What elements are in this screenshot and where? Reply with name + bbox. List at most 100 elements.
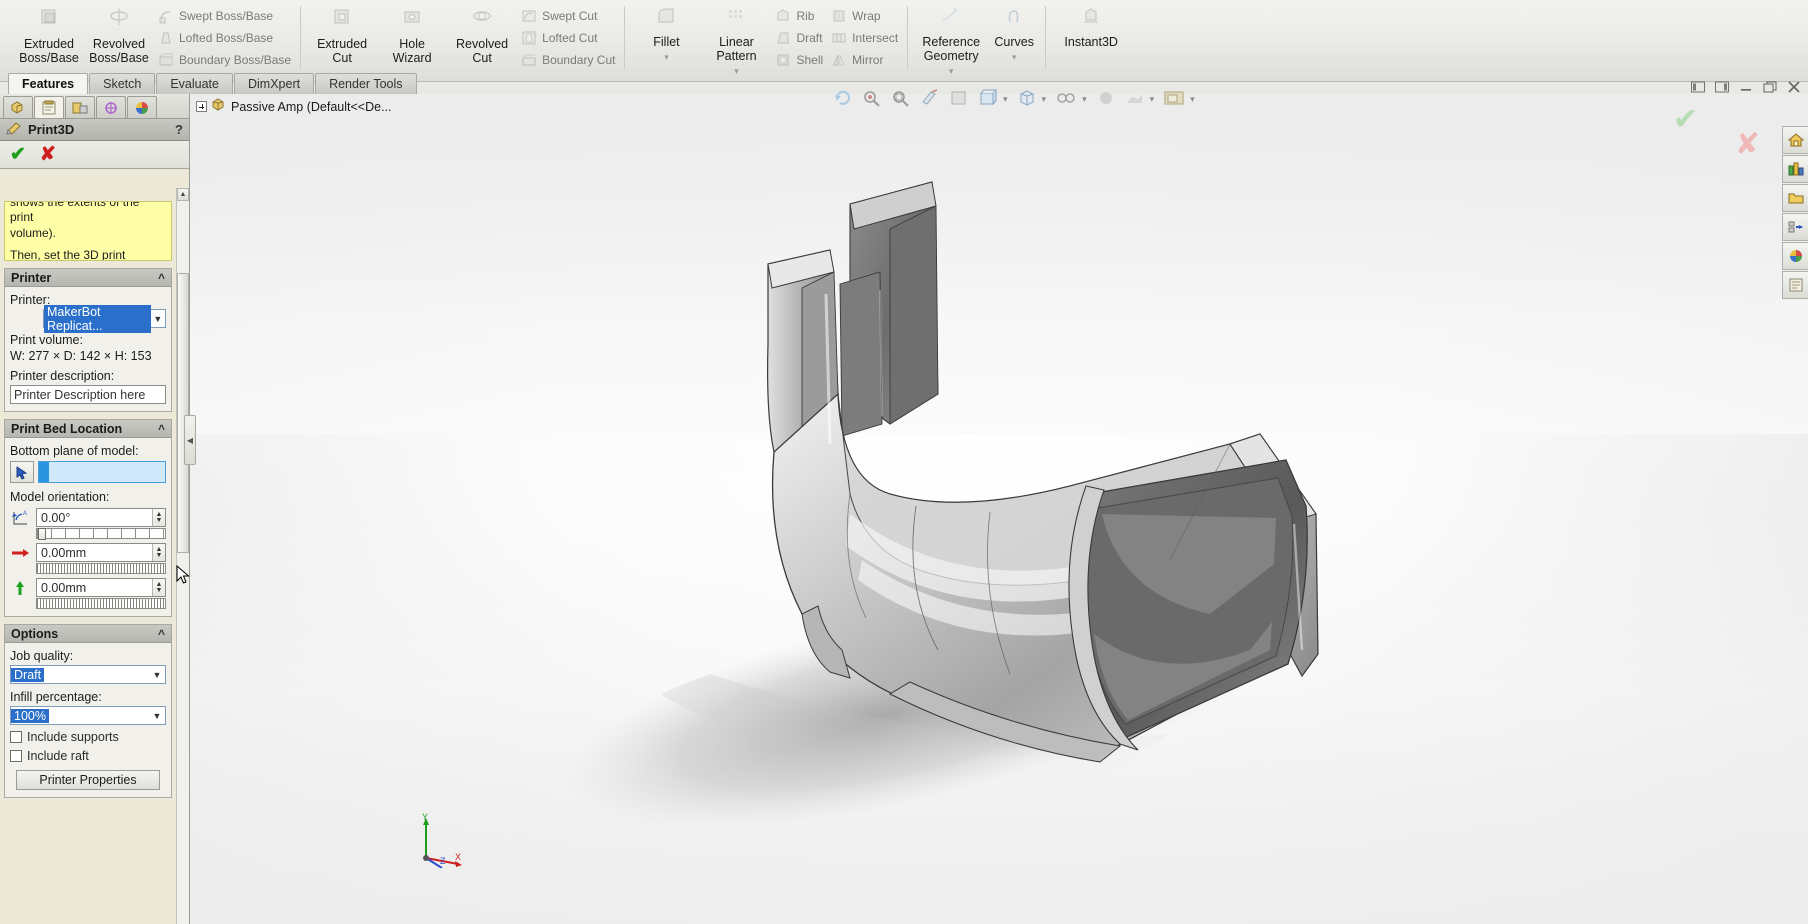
y-offset-spinbox[interactable]: 0.00mm ▲ ▼ xyxy=(36,578,166,597)
hide-show-items-icon[interactable] xyxy=(1017,89,1037,110)
property-manager-scrollbar[interactable]: ▲ xyxy=(176,188,189,924)
printer-properties-button[interactable]: Printer Properties xyxy=(16,770,160,790)
cancel-button[interactable]: ✘ xyxy=(40,145,56,164)
minimize-icon[interactable] xyxy=(1738,80,1754,96)
chevron-down-icon[interactable]: ▼ xyxy=(149,666,165,683)
include-raft-checkbox[interactable] xyxy=(10,750,22,762)
swept-boss-base-button[interactable]: Swept Boss/Base xyxy=(154,5,295,27)
zoom-to-area-icon[interactable] xyxy=(891,89,911,110)
reference-geometry-button[interactable]: Reference Geometry ▾ xyxy=(914,2,988,76)
x-offset-stepper[interactable]: ▲ ▼ xyxy=(152,544,165,561)
printer-section-header[interactable]: Printer ^ xyxy=(5,269,171,287)
extruded-cut-button[interactable]: Extruded Cut xyxy=(307,2,377,67)
tab-features[interactable]: Features xyxy=(8,73,89,94)
printer-description-field[interactable]: Printer Description here xyxy=(10,385,166,404)
include-raft-row[interactable]: Include raft xyxy=(10,749,166,763)
revolved-boss-base-button[interactable]: Revolved Boss/Base xyxy=(84,2,154,67)
chevron-up-icon[interactable]: ^ xyxy=(158,627,165,641)
x-offset-slider[interactable] xyxy=(36,563,166,574)
configuration-manager-tab[interactable] xyxy=(65,96,95,118)
rebuild-icon[interactable] xyxy=(833,89,853,110)
tab-render-tools[interactable]: Render Tools xyxy=(315,73,417,94)
display-style-caret[interactable]: ▾ xyxy=(1003,94,1008,105)
restore-pane-right-icon[interactable] xyxy=(1714,80,1730,96)
feature-manager-tab[interactable] xyxy=(3,96,33,118)
close-icon[interactable] xyxy=(1786,80,1802,96)
design-library-icon[interactable] xyxy=(1782,155,1808,183)
x-offset-spinbox[interactable]: 0.00mm ▲ ▼ xyxy=(36,543,166,562)
fillet-button[interactable]: Fillet ▾ xyxy=(631,2,701,62)
scrollbar-thumb[interactable] xyxy=(177,273,189,553)
curves-button[interactable]: Curves ▾ xyxy=(988,2,1040,62)
display-manager-tab[interactable] xyxy=(127,96,157,118)
swept-cut-button[interactable]: Swept Cut xyxy=(517,5,619,27)
options-section-header[interactable]: Options ^ xyxy=(5,625,171,643)
restore-icon[interactable] xyxy=(1762,80,1778,96)
appearances-scenes-icon[interactable] xyxy=(1782,242,1808,270)
rotation-slider[interactable] xyxy=(36,528,166,540)
help-icon[interactable]: ? xyxy=(175,122,183,137)
expand-tree-icon[interactable] xyxy=(196,101,207,112)
lofted-boss-base-button[interactable]: Lofted Boss/Base xyxy=(154,27,295,49)
tree-root-label[interactable]: Passive Amp (Default<<De... xyxy=(231,100,392,114)
confirm-corner-cancel-icon[interactable]: ✘ xyxy=(1735,130,1760,160)
infill-percentage-select[interactable]: 100% ▼ xyxy=(10,706,166,725)
solidworks-resources-icon[interactable] xyxy=(1782,126,1808,154)
view-palette-icon[interactable] xyxy=(1782,213,1808,241)
lofted-cut-button[interactable]: Lofted Cut xyxy=(517,27,619,49)
display-style-icon[interactable] xyxy=(978,89,998,110)
boundary-boss-base-button[interactable]: Boundary Boss/Base xyxy=(154,49,295,71)
panel-splitter-handle[interactable]: ◀ xyxy=(184,415,196,465)
linear-pattern-button[interactable]: Linear Pattern ▾ xyxy=(701,2,771,76)
boundary-cut-button[interactable]: Boundary Cut xyxy=(517,49,619,71)
edit-appearance-icon[interactable] xyxy=(1055,89,1077,110)
rotation-spinbox[interactable]: 0.00° ▲ ▼ xyxy=(36,508,166,527)
job-quality-select[interactable]: Draft ▼ xyxy=(10,665,166,684)
tab-evaluate[interactable]: Evaluate xyxy=(156,73,233,94)
scene-caret[interactable]: ▾ xyxy=(1150,94,1155,105)
dimxpert-manager-tab[interactable] xyxy=(96,96,126,118)
chevron-up-icon[interactable]: ^ xyxy=(158,271,165,285)
restore-pane-left-icon[interactable] xyxy=(1690,80,1706,96)
chevron-down-icon[interactable]: ▼ xyxy=(151,310,165,327)
apply-scene-icon[interactable] xyxy=(1096,89,1116,110)
model-passive-amp[interactable] xyxy=(190,94,1808,924)
camera-view-icon[interactable] xyxy=(1163,89,1185,110)
y-offset-slider[interactable] xyxy=(36,598,166,609)
scroll-up-button[interactable]: ▲ xyxy=(177,188,189,201)
extruded-boss-base-button[interactable]: Extruded Boss/Base xyxy=(14,2,84,67)
print-bed-section-header[interactable]: Print Bed Location ^ xyxy=(5,420,171,438)
revolved-cut-button[interactable]: Revolved Cut xyxy=(447,2,517,67)
zoom-to-fit-icon[interactable] xyxy=(862,89,882,110)
appearance-caret[interactable]: ▾ xyxy=(1082,94,1087,105)
view-orientation-icon[interactable] xyxy=(949,89,969,110)
file-explorer-icon[interactable] xyxy=(1782,184,1808,212)
include-supports-row[interactable]: Include supports xyxy=(10,730,166,744)
ok-button[interactable]: ✔ xyxy=(10,145,26,164)
custom-properties-icon[interactable] xyxy=(1782,271,1808,299)
chevron-down-icon[interactable]: ▼ xyxy=(149,707,165,724)
camera-caret[interactable]: ▾ xyxy=(1190,94,1195,105)
intersect-button[interactable]: Intersect xyxy=(827,27,902,49)
include-supports-checkbox[interactable] xyxy=(10,731,22,743)
rib-button[interactable]: Rib xyxy=(771,5,827,27)
view-settings-icon[interactable] xyxy=(1125,89,1145,110)
hide-show-caret[interactable]: ▾ xyxy=(1042,94,1047,105)
y-offset-stepper[interactable]: ▲ ▼ xyxy=(152,579,165,596)
chevron-up-icon[interactable]: ^ xyxy=(158,422,165,436)
select-plane-button[interactable] xyxy=(10,461,34,483)
rotation-slider-thumb[interactable] xyxy=(38,528,46,540)
property-manager-tab[interactable] xyxy=(34,96,64,118)
tab-sketch[interactable]: Sketch xyxy=(89,73,156,94)
graphics-area[interactable]: Y X Z xyxy=(190,94,1808,924)
section-view-icon[interactable] xyxy=(920,89,940,110)
instant3d-button[interactable]: Instant3D xyxy=(1052,2,1130,51)
hole-wizard-button[interactable]: Hole Wizard xyxy=(377,2,447,67)
draft-button[interactable]: Draft xyxy=(771,27,827,49)
confirm-corner-ok-icon[interactable]: ✔ xyxy=(1673,105,1698,135)
shell-button[interactable]: Shell xyxy=(771,49,827,71)
curves-dropdown-caret[interactable]: ▾ xyxy=(1012,52,1017,62)
bottom-plane-selection-field[interactable] xyxy=(38,461,166,483)
fillet-dropdown-caret[interactable]: ▾ xyxy=(664,52,669,62)
rotation-stepper[interactable]: ▲ ▼ xyxy=(152,509,165,526)
